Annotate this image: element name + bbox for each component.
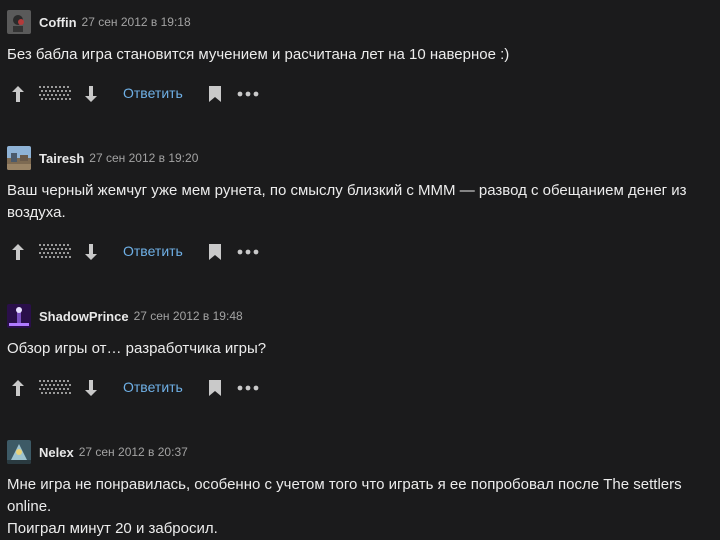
avatar[interactable] xyxy=(7,440,31,464)
reply-button[interactable]: Ответить xyxy=(123,85,183,101)
bookmark-icon[interactable] xyxy=(208,84,222,104)
arrow-up-icon[interactable] xyxy=(10,84,26,104)
bookmark-icon[interactable] xyxy=(208,242,222,262)
comment-actions: Ответить xyxy=(10,84,270,104)
username[interactable]: Coffin xyxy=(39,15,77,30)
more-dots-icon[interactable] xyxy=(237,242,259,262)
timestamp[interactable]: 27 сен 2012 в 19:48 xyxy=(134,309,243,323)
comment-header: Coffin 27 сен 2012 в 19:18 xyxy=(7,10,191,34)
hidden-score xyxy=(39,244,71,258)
username[interactable]: Nelex xyxy=(39,445,74,460)
comment-header: Nelex 27 сен 2012 в 20:37 xyxy=(7,440,188,464)
comment-text: Ваш черный жемчуг уже мем рунета, по смы… xyxy=(7,182,687,221)
arrow-up-icon[interactable] xyxy=(10,242,26,262)
timestamp[interactable]: 27 сен 2012 в 19:18 xyxy=(82,15,191,29)
bookmark-icon[interactable] xyxy=(208,378,222,398)
comment-actions: Ответить xyxy=(10,378,270,398)
comment-text: Мне игра не понравилась, особенно с учет… xyxy=(7,476,682,537)
timestamp[interactable]: 27 сен 2012 в 19:20 xyxy=(89,151,198,165)
avatar[interactable] xyxy=(7,146,31,170)
comment-text: Обзор игры от… разработчика игры? xyxy=(7,340,267,357)
arrow-down-icon[interactable] xyxy=(83,242,99,262)
arrow-down-icon[interactable] xyxy=(83,84,99,104)
timestamp[interactable]: 27 сен 2012 в 20:37 xyxy=(79,445,188,459)
arrow-down-icon[interactable] xyxy=(83,378,99,398)
comment-actions: Ответить xyxy=(10,242,270,262)
hidden-score xyxy=(39,86,71,100)
reply-button[interactable]: Ответить xyxy=(123,243,183,259)
more-dots-icon[interactable] xyxy=(237,84,259,104)
comment-text: Без бабла игра становится мучением и рас… xyxy=(7,46,510,63)
username[interactable]: ShadowPrince xyxy=(39,309,129,324)
avatar[interactable] xyxy=(7,10,31,34)
comment-header: ShadowPrince 27 сен 2012 в 19:48 xyxy=(7,304,243,328)
hidden-score xyxy=(39,380,71,394)
reply-button[interactable]: Ответить xyxy=(123,379,183,395)
username[interactable]: Tairesh xyxy=(39,151,84,166)
comment-header: Tairesh 27 сен 2012 в 19:20 xyxy=(7,146,198,170)
arrow-up-icon[interactable] xyxy=(10,378,26,398)
more-dots-icon[interactable] xyxy=(237,378,259,398)
avatar[interactable] xyxy=(7,304,31,328)
